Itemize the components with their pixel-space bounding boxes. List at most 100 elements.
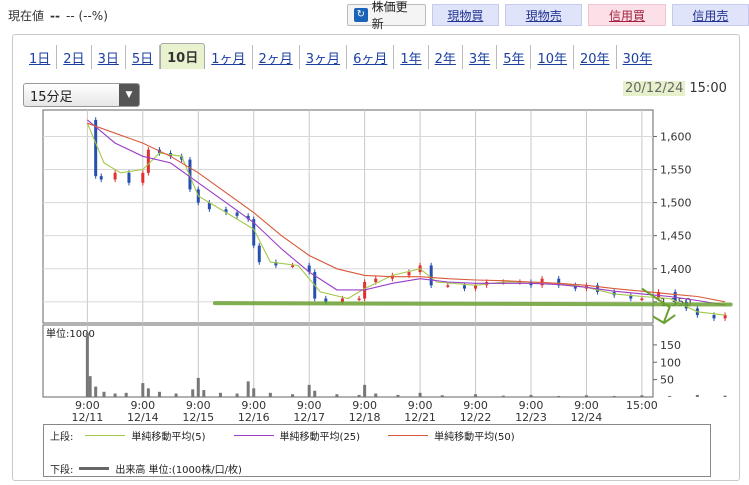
volume-bar-26 (418, 392, 422, 397)
y-tick-label-1: 1,550 (660, 164, 692, 177)
legend-volume-swatch (79, 467, 110, 470)
x-tick-date-1: 12/14 (127, 411, 159, 424)
candle-body-14 (235, 212, 239, 216)
candle-body-2 (99, 176, 103, 180)
chart-panel: 1日 2日 3日 5日 10日 1ヶ月 2ヶ月 3ヶ月 6ヶ月 1年 2年 3年 5年 10年 20年 30年… (12, 34, 740, 481)
legend-ma25-label: 単純移動平均(25) (279, 432, 361, 443)
volume-bar-1 (88, 376, 92, 397)
vol-y-tick-label-0: 150 (660, 339, 681, 352)
legend-ma5: 単純移動平均(5) (79, 428, 206, 443)
volume-bar-10 (191, 389, 195, 397)
volume-bar-5 (124, 392, 128, 397)
candle-body-5 (141, 172, 145, 183)
candle-body-22 (324, 298, 328, 302)
candle-body-24 (357, 298, 361, 301)
candle-body-26 (374, 278, 378, 282)
volume-bar-36 (695, 394, 699, 397)
legend-ma5-label: 単純移動平均(5) (131, 432, 206, 443)
volume-bar-23 (363, 384, 367, 397)
x-tick-date-7: 12/22 (460, 411, 492, 424)
y-tick-label-4: 1,400 (660, 263, 692, 276)
x-tick-date-5: 12/18 (349, 411, 381, 424)
volume-bar-30 (529, 394, 533, 397)
legend-lower-label: 下段: (50, 465, 74, 476)
volume-bar-20 (313, 390, 317, 397)
volume-bar-28 (474, 394, 478, 397)
volume-bar-6 (141, 383, 145, 397)
volume-bar-17 (268, 392, 272, 397)
x-tick-date-2: 12/15 (182, 411, 214, 424)
volume-bar-33 (612, 395, 616, 397)
cash-sell-button[interactable]: 現物売 (505, 4, 583, 26)
refresh-icon: ↻ (354, 8, 368, 22)
candle-body-45 (640, 298, 644, 301)
legend-ma25-swatch (233, 435, 274, 436)
y-tick-label-0: 1,600 (660, 130, 692, 143)
x-tick-date-4: 12/17 (293, 411, 325, 424)
volume-bar-0 (85, 332, 89, 397)
trade-toolbar: ↻ 株価更新 現物買 現物売 信用買 信用売 (347, 0, 749, 31)
y-tick-label-3: 1,450 (660, 230, 692, 243)
legend-ma50: 単純移動平均(50) (382, 428, 515, 443)
current-price-label: 現在値 (8, 9, 45, 23)
x-tick-date-9: 12/24 (571, 411, 603, 424)
volume-bar-32 (584, 395, 588, 397)
candle-body-28 (407, 272, 411, 276)
volume-bar-14 (235, 393, 239, 397)
legend-volume-label: 出来高 単位:(1000株/口/枚) (115, 465, 242, 476)
volume-bar-2 (94, 386, 98, 397)
x-tick-date-6: 12/21 (404, 411, 436, 424)
margin-buy-button[interactable]: 信用買 (588, 4, 666, 26)
volume-bar-13 (218, 392, 222, 397)
cash-buy-button[interactable]: 現物買 (431, 4, 500, 26)
volume-bar-19 (307, 384, 311, 397)
volume-bar-7 (146, 388, 150, 397)
legend-ma5-swatch (85, 435, 126, 436)
legend-upper-row: 上段: 単純移動平均(5) 単純移動平均(25) 単純移動平均(50) (50, 428, 537, 443)
volume-bar-29 (501, 395, 505, 397)
candle-body-3 (113, 172, 117, 180)
candle-body-4 (127, 172, 131, 183)
candle-body-19 (291, 265, 295, 267)
x-tick-date-0: 12/11 (72, 411, 104, 424)
update-price-label: 株価更新 (371, 0, 408, 31)
volume-bar-37 (723, 395, 727, 397)
update-price-button[interactable]: ↻ 株価更新 (347, 0, 426, 31)
x-tick-date-3: 12/16 (238, 411, 270, 424)
price-chart: 9:0012/119:0012/149:0012/159:0012/169:00… (42, 109, 733, 424)
candle-body-17 (257, 245, 261, 263)
volume-bar-9 (174, 393, 178, 397)
candle-body-6 (146, 149, 150, 173)
legend-lower-row: 下段: 出来高 単位:(1000株/口/枚) (50, 461, 242, 476)
volume-bar-24 (374, 393, 378, 397)
volume-bar-27 (440, 395, 444, 397)
volume-bar-4 (113, 393, 117, 397)
y-tick-label-2: 1,500 (660, 197, 692, 210)
candle-body-30 (429, 265, 433, 286)
volume-bar-12 (202, 390, 206, 397)
legend-ma25: 単純移動平均(25) (228, 428, 361, 443)
vol-y-tick-label-1: 100 (660, 356, 681, 369)
margin-sell-button[interactable]: 信用売 (671, 4, 749, 26)
vol-y-tick-label-2: 50 (660, 374, 674, 387)
price-change: -- (--%) (65, 8, 108, 23)
candle-body-23 (340, 298, 344, 302)
candle-body-31 (446, 285, 450, 287)
volume-bar-15 (246, 381, 250, 397)
legend-ma50-label: 単純移動平均(50) (434, 432, 515, 443)
price-plot-frame (42, 109, 654, 324)
chart-legend: 上段: 単純移動平均(5) 単純移動平均(25) 単純移動平均(50) 下段: … (43, 424, 711, 477)
volume-bar-22 (357, 394, 361, 397)
candle-body-51 (723, 315, 727, 319)
volume-bar-11 (196, 377, 200, 397)
legend-upper-label: 上段: (50, 432, 74, 443)
volume-plot-frame (42, 324, 654, 398)
volume-bar-34 (640, 395, 644, 397)
volume-bar-31 (557, 395, 561, 397)
volume-bar-25 (396, 394, 400, 397)
candle-body-50 (712, 315, 716, 319)
volume-bar-21 (335, 394, 339, 397)
quote-row: 現在値 -- -- (--%) (8, 7, 108, 24)
volume-bar-8 (157, 391, 161, 397)
volume-bar-18 (291, 394, 295, 397)
